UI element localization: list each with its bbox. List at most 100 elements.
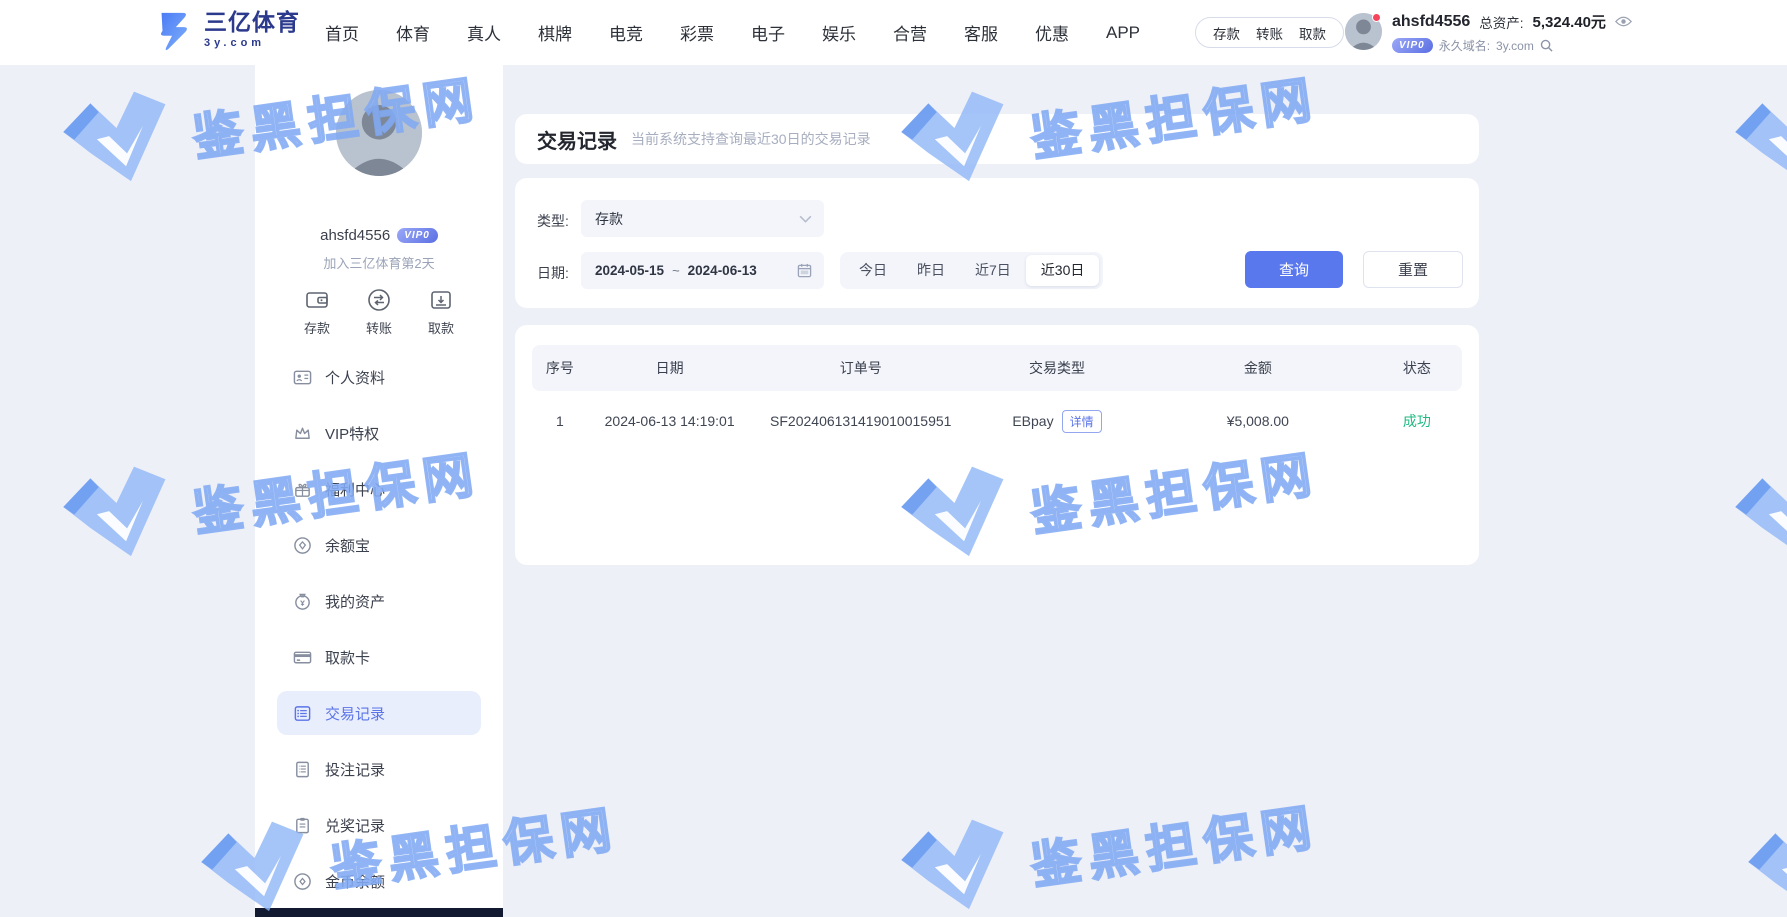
profile-vip-badge: VIP0 (397, 228, 438, 243)
quick-withdraw-button[interactable]: 取款 (428, 287, 454, 337)
wallet-icon (304, 287, 330, 313)
watermark-logo-icon (55, 84, 181, 207)
nav-partner[interactable]: 合营 (893, 20, 927, 45)
quick-transfer-label: 转账 (366, 318, 392, 337)
nav-entertainment[interactable]: 娱乐 (822, 20, 856, 45)
nav-lottery[interactable]: 彩票 (680, 20, 714, 45)
cell-status: 成功 (1372, 411, 1462, 431)
nav-home[interactable]: 首页 (325, 20, 359, 45)
assets-label: 总资产: (1479, 12, 1523, 32)
range-today[interactable]: 今日 (844, 255, 902, 286)
sidebar-item-transactions[interactable]: 交易记录 (277, 691, 481, 735)
username[interactable]: ahsfd4556 (1392, 13, 1470, 31)
nav-promo[interactable]: 优惠 (1035, 20, 1069, 45)
table-row: 1 2024-06-13 14:19:01 SF2024061314190100… (532, 396, 1462, 446)
avatar[interactable] (1345, 13, 1382, 50)
search-icon[interactable] (1540, 39, 1553, 52)
cell-trade-type: EBpay详情 (970, 410, 1144, 433)
permanent-domain-value: 3y.com (1496, 39, 1534, 53)
top-navbar: 三亿体育 3y.com 首页 体育 真人 棋牌 电竞 彩票 电子 娱乐 合营 客… (0, 0, 1787, 65)
date-to-value: 2024-06-13 (688, 263, 757, 278)
quick-withdraw-label: 取款 (428, 318, 454, 337)
assets-value: 5,324.40元 (1533, 11, 1606, 32)
nav-slots[interactable]: 电子 (751, 20, 785, 45)
sidebar-item-label: 兑奖记录 (325, 815, 385, 836)
coin-shield-icon (293, 536, 312, 555)
sidebar-item-label: 我的资产 (325, 591, 385, 612)
bet-record-icon (293, 760, 312, 779)
deposit-link[interactable]: 存款 (1213, 23, 1240, 43)
sidebar-item-gold-balance[interactable]: 金币余额 (277, 859, 481, 903)
range-7days[interactable]: 近7日 (960, 255, 1026, 286)
bottom-dark-strip (255, 908, 503, 917)
range-30days[interactable]: 近30日 (1026, 255, 1100, 286)
quick-actions: 存款 转账 取款 (255, 287, 503, 337)
gift-icon (293, 480, 312, 499)
nav-esports[interactable]: 电竞 (609, 20, 643, 45)
transactions-table-card: 序号 日期 订单号 交易类型 金额 状态 1 2024-06-13 14:19:… (515, 325, 1479, 565)
withdraw-link[interactable]: 取款 (1299, 23, 1326, 43)
sidebar-item-profile[interactable]: 个人资料 (277, 355, 481, 399)
user-info: ahsfd4556 总资产: 5,324.40元 VIP0 永久域名: 3y.c… (1392, 11, 1632, 54)
sidebar-item-label: 取款卡 (325, 647, 370, 668)
col-date: 日期 (588, 358, 752, 378)
date-separator: ~ (672, 263, 680, 278)
nav-service[interactable]: 客服 (964, 20, 998, 45)
watermark-logo-icon (893, 812, 1019, 917)
watermark: 鉴黑担保网 (1727, 416, 1787, 582)
query-button[interactable]: 查询 (1245, 251, 1343, 288)
money-pouch-icon (293, 592, 312, 611)
calendar-icon (797, 263, 812, 278)
sidebar-item-bet-records[interactable]: 投注记录 (277, 747, 481, 791)
quick-transfer-button[interactable]: 转账 (366, 287, 392, 337)
avatar-image (1345, 13, 1382, 50)
sidebar-item-label: VIP特权 (325, 423, 379, 444)
watermark: 鉴黑担保网 (1740, 771, 1787, 917)
cell-order-no: SF202406131419010015951 (751, 413, 970, 429)
page: 三亿体育 3y.com 首页 体育 真人 棋牌 电竞 彩票 电子 娱乐 合营 客… (0, 0, 1787, 917)
sidebar-item-label: 余额宝 (325, 535, 370, 556)
date-range-input[interactable]: 2024-05-15 ~ 2024-06-13 (581, 252, 824, 289)
wallet-actions-pill: 存款 转账 取款 (1195, 17, 1344, 48)
brand-domain: 3y.com (204, 38, 300, 49)
sidebar-item-welfare[interactable]: 福利中心 (277, 467, 481, 511)
sidebar-item-label: 福利中心 (325, 479, 385, 500)
sidebar-item-label: 交易记录 (325, 703, 385, 724)
nav-live[interactable]: 真人 (467, 20, 501, 45)
sidebar-item-redeem-records[interactable]: 兑奖记录 (277, 803, 481, 847)
quick-deposit-label: 存款 (304, 318, 330, 337)
profile-username: ahsfd4556 (320, 227, 390, 244)
transfer-icon (366, 287, 392, 313)
col-index: 序号 (532, 358, 588, 378)
nav-app[interactable]: APP (1106, 23, 1140, 43)
watermark-logo-icon (1727, 84, 1787, 207)
permanent-domain-label: 永久域名: (1439, 37, 1490, 54)
filter-card: 类型: 存款 日期: 2024-05-15 ~ 2024-06-13 今日 昨日… (515, 178, 1479, 308)
watermark: 鉴黑担保网 (1727, 41, 1787, 207)
clipboard-icon (293, 816, 312, 835)
transfer-link[interactable]: 转账 (1256, 23, 1283, 43)
watermark-logo-icon (1740, 814, 1787, 917)
range-yesterday[interactable]: 昨日 (902, 255, 960, 286)
profile-avatar[interactable] (336, 90, 422, 176)
brand-logo[interactable]: 三亿体育 3y.com (152, 9, 300, 51)
sidebar: ahsfd4556 VIP0 加入三亿体育第2天 存款 转账 (255, 65, 503, 917)
cell-date: 2024-06-13 14:19:01 (588, 413, 752, 429)
detail-link[interactable]: 详情 (1062, 410, 1102, 433)
sidebar-item-label: 投注记录 (325, 759, 385, 780)
type-select[interactable]: 存款 (581, 200, 824, 237)
eye-icon[interactable] (1615, 15, 1632, 28)
gold-coin-icon (293, 872, 312, 891)
sidebar-item-yuebao[interactable]: 余额宝 (277, 523, 481, 567)
sidebar-item-assets[interactable]: 我的资产 (277, 579, 481, 623)
sidebar-menu: 个人资料 VIP特权 福利中心 余额宝 我的资产 取款卡 (277, 355, 481, 915)
quick-date-range-group: 今日 昨日 近7日 近30日 (840, 252, 1103, 289)
col-amount: 金额 (1144, 358, 1372, 378)
chevron-down-icon (799, 215, 812, 223)
reset-button[interactable]: 重置 (1363, 251, 1463, 288)
quick-deposit-button[interactable]: 存款 (304, 287, 330, 337)
nav-sports[interactable]: 体育 (396, 20, 430, 45)
sidebar-item-vip[interactable]: VIP特权 (277, 411, 481, 455)
nav-chess[interactable]: 棋牌 (538, 20, 572, 45)
sidebar-item-withdraw-card[interactable]: 取款卡 (277, 635, 481, 679)
